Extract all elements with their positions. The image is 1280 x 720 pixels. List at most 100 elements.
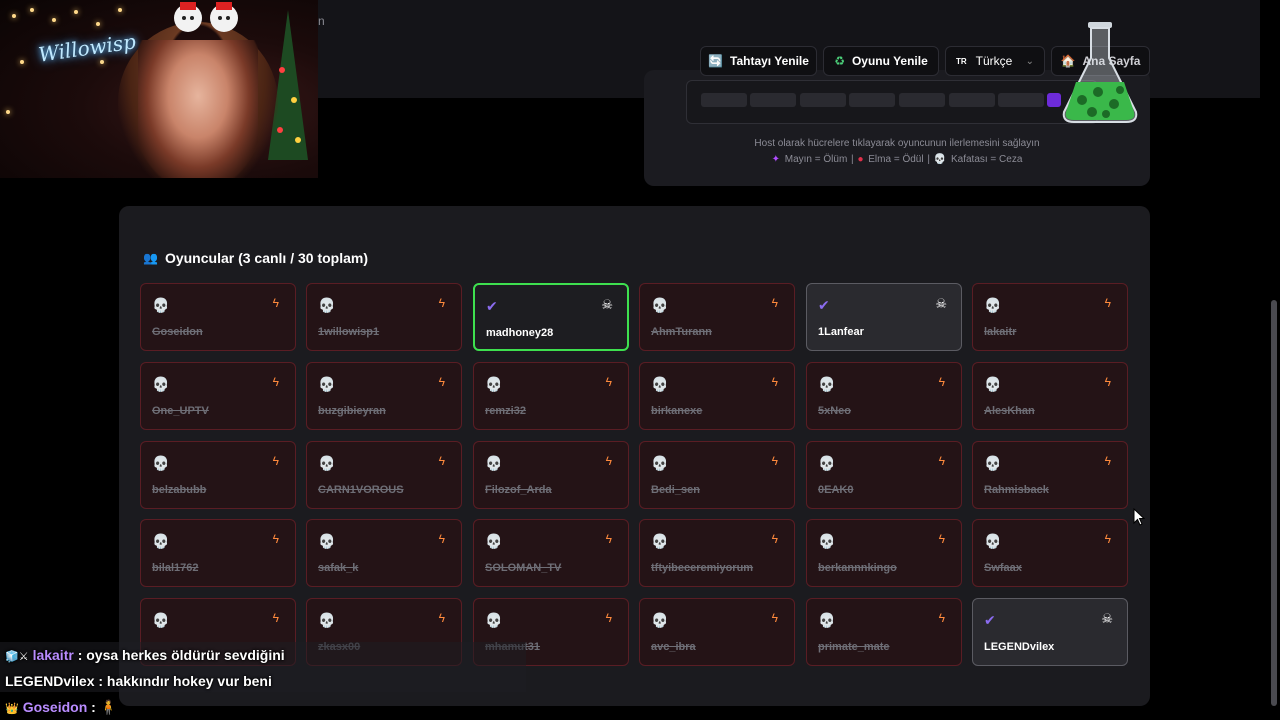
skull-icon: 💀 [984,455,1002,471]
player-card[interactable]: 💀 ϟ 5xNeo [806,362,962,430]
language-select[interactable]: TR Türkçe ⌄ [945,46,1045,76]
lightning-icon[interactable]: ϟ [606,375,612,389]
refresh-board-button[interactable]: 🔄 Tahtayı Yenile [700,46,817,76]
player-card[interactable]: 💀 ϟ AlesKhan [972,362,1128,430]
lightning-icon[interactable]: ϟ [1105,532,1111,546]
player-name: LEGENDvilex [984,641,1055,653]
lightning-icon[interactable]: ϟ [939,454,945,468]
flag-icon: TR [956,56,967,66]
player-card[interactable]: 💀 ϟ Goseidon [140,283,296,351]
lightning-icon[interactable]: ϟ [273,532,279,546]
lightning-icon[interactable]: ϟ [606,532,612,546]
player-card[interactable]: 💀 ϟ Swfaax [972,519,1128,587]
player-card[interactable]: 💀 ϟ remzi32 [473,362,629,430]
player-card[interactable]: 💀 ϟ buzgibieyran [306,362,462,430]
streamer-face [138,40,258,178]
scrollbar[interactable] [1271,300,1277,706]
legend-skull: Kafatası = Ceza [950,154,1023,165]
skull-icon: 💀 [485,612,503,628]
skull-crossbones-icon[interactable]: ☠ [935,296,947,312]
player-name: birkanexe [651,405,703,417]
player-card[interactable]: 💀 ϟ lakaitr [972,283,1128,351]
lightning-icon[interactable]: ϟ [439,375,445,389]
player-name: buzgibieyran [318,405,386,417]
lightning-icon[interactable]: ϟ [439,296,445,310]
lightning-icon[interactable]: ϟ [772,532,778,546]
player-card[interactable]: 💀 ϟ AhmTurann [639,283,795,351]
player-card[interactable]: 💀 ϟ berkannnkingo [806,519,962,587]
skull-icon: 💀 [984,376,1002,392]
legend-apple: Elma = Ödül [868,154,924,165]
board-cell[interactable] [998,93,1044,107]
player-card[interactable]: 💀 ϟ primate_mate [806,598,962,666]
lightning-icon[interactable]: ϟ [772,611,778,625]
player-card[interactable]: 💀 ϟ Bedi_sen [639,441,795,509]
lightning-icon[interactable]: ϟ [939,375,945,389]
board-cell[interactable] [849,93,895,107]
skull-icon: 💀 [651,533,669,549]
skull-icon: 💀 [984,533,1002,549]
player-card[interactable]: 💀 ϟ avc_ibra [639,598,795,666]
legend-mine: Mayın = Ölüm [784,154,848,165]
lightning-icon[interactable]: ϟ [439,611,445,625]
lightning-icon[interactable]: ϟ [939,532,945,546]
lightning-icon[interactable]: ϟ [1105,375,1111,389]
board-cell[interactable] [899,93,945,107]
webcam-overlay: Willowisp [0,0,318,178]
player-card[interactable]: 💀 ϟ Filozof_Arda [473,441,629,509]
player-card[interactable]: 💀 ϟ One_UPTV [140,362,296,430]
lightning-icon[interactable]: ϟ [273,454,279,468]
skull-icon: 💀 [818,533,836,549]
skull-crossbones-icon[interactable]: ☠ [601,297,613,313]
lightning-icon[interactable]: ϟ [606,454,612,468]
board-hint: Host olarak hücrelere tıklayarak oyuncun… [754,138,1040,149]
board-cell[interactable] [949,93,995,107]
lightning-icon[interactable]: ϟ [439,454,445,468]
player-card[interactable]: 💀 ϟ belzabubb [140,441,296,509]
player-name: 0EAK0 [818,484,854,496]
player-card[interactable]: ✔ ☠ LEGENDvilex [972,598,1128,666]
player-card[interactable]: 💀 ϟ CARN1VOROUS [306,441,462,509]
player-name: berkannnkingo [818,562,897,574]
skull-crossbones-icon[interactable]: ☠ [1101,611,1113,627]
lightning-icon[interactable]: ϟ [273,375,279,389]
lightning-icon[interactable]: ϟ [772,375,778,389]
refresh-game-button[interactable]: ♻ Oyunu Yenile [823,46,939,76]
player-card[interactable]: 💀 ϟ SOLOMAN_TV [473,519,629,587]
player-name: Goseidon [152,326,203,338]
mouse-cursor-icon [1133,508,1145,526]
player-card[interactable]: 💀 ϟ 0EAK0 [806,441,962,509]
player-card[interactable]: ✔ ☠ 1Lanfear [806,283,962,351]
partial-text: n [318,14,325,28]
board-cell[interactable] [701,93,747,107]
game-board[interactable] [686,80,1098,124]
lightning-icon[interactable]: ϟ [606,611,612,625]
chat-text: : hakkındır hokey vur beni [98,673,272,689]
player-card[interactable]: 💀 ϟ Rahmisback [972,441,1128,509]
lightning-icon[interactable]: ϟ [1105,296,1111,310]
lightning-icon[interactable]: ϟ [439,532,445,546]
lightning-icon[interactable]: ϟ [1105,454,1111,468]
player-card[interactable]: 💀 ϟ birkanexe [639,362,795,430]
lightning-icon[interactable]: ϟ [772,296,778,310]
lightning-icon[interactable]: ϟ [273,611,279,625]
lightning-icon[interactable]: ϟ [939,611,945,625]
board-cell[interactable] [800,93,846,107]
neon-sign: Willowisp [36,29,138,67]
player-card[interactable]: ✔ ☠ madhoney28 [473,283,629,351]
board-cell[interactable] [750,93,796,107]
skull-icon: 💀 [485,376,503,392]
skull-icon: 💀 [152,297,170,313]
flask-icon [1062,22,1138,123]
player-name: One_UPTV [152,405,209,417]
player-card[interactable]: 💀 ϟ tftyibeceremiyorum [639,519,795,587]
lightning-icon[interactable]: ϟ [772,454,778,468]
chat-badge-icon: 🧊⚔ [5,651,29,663]
player-card[interactable]: 💀 ϟ safak_k [306,519,462,587]
santa-headband [174,2,238,32]
skull-icon: 💀 [651,455,669,471]
player-card[interactable]: 💀 ϟ bilal1762 [140,519,296,587]
language-value: Türkçe [975,54,1013,68]
player-card[interactable]: 💀 ϟ 1willowisp1 [306,283,462,351]
lightning-icon[interactable]: ϟ [273,296,279,310]
